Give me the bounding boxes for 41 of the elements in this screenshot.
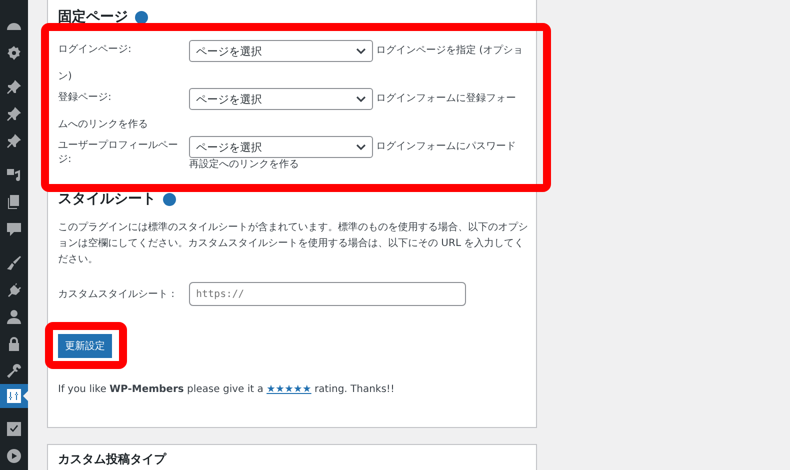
- field-label: 登録ページ:: [58, 91, 112, 105]
- save-button[interactable]: 更新設定: [58, 334, 112, 358]
- info-icon[interactable]: [163, 192, 176, 206]
- pin-icon: [6, 132, 22, 148]
- user-icon: [6, 308, 22, 324]
- chevron-icon: [356, 48, 366, 54]
- field-description: ン): [58, 70, 72, 84]
- page-select[interactable]: ページを選択: [189, 40, 373, 62]
- field-description: ログインフォームに登録フォー: [376, 92, 516, 106]
- chevron-icon: [356, 96, 366, 102]
- media-icon: [6, 166, 22, 182]
- wrench-icon: [6, 362, 22, 378]
- rating-message: If you like WP-Members please give it a ★★★★★ rating. Thanks!!: [58, 384, 396, 395]
- url-input-field[interactable]: https://: [189, 282, 466, 306]
- pin-icon: [6, 106, 22, 122]
- field-description: 再設定へのリンクを作る: [189, 158, 299, 172]
- section-heading: スタイルシート: [58, 190, 156, 208]
- field-label: カスタムスタイルシート :: [58, 288, 176, 301]
- menu-item[interactable]: [0, 384, 28, 408]
- field-description: ムへのリンクを作る: [58, 118, 148, 132]
- field-label: ログインページ:: [58, 43, 132, 57]
- field-description: ログインフォームにパスワード: [376, 140, 516, 154]
- gear-icon: [6, 44, 22, 60]
- rating-link[interactable]: ★★★★★: [266, 384, 312, 395]
- section-heading: 固定ページ: [58, 8, 128, 26]
- section-heading: カスタム投稿タイプ: [58, 452, 166, 466]
- chevron-icon: [356, 144, 366, 150]
- lock-icon: [6, 336, 22, 352]
- pin-icon: [6, 78, 22, 94]
- field-description: ログインページを指定 (オプショ: [376, 44, 524, 58]
- play-icon: [6, 448, 22, 464]
- page-select[interactable]: ページを選択: [189, 136, 373, 158]
- pages-icon: [6, 194, 22, 210]
- brush-icon: [6, 254, 22, 270]
- comment-icon: [6, 220, 22, 236]
- field-label: ユーザープロフィールページ:: [58, 139, 179, 167]
- page-select[interactable]: ページを選択: [189, 88, 373, 110]
- plug-icon: [6, 282, 22, 298]
- section-description: このプラグインには標準のスタイルシートが含まれています。標準のものを使用する場合、以下のオプションは空欄にしてください。カスタムスタイルシートを使用する場合は、以下にその URL を入力してください。: [58, 220, 528, 267]
- info-icon[interactable]: [135, 10, 148, 24]
- sliders-icon: [6, 388, 22, 404]
